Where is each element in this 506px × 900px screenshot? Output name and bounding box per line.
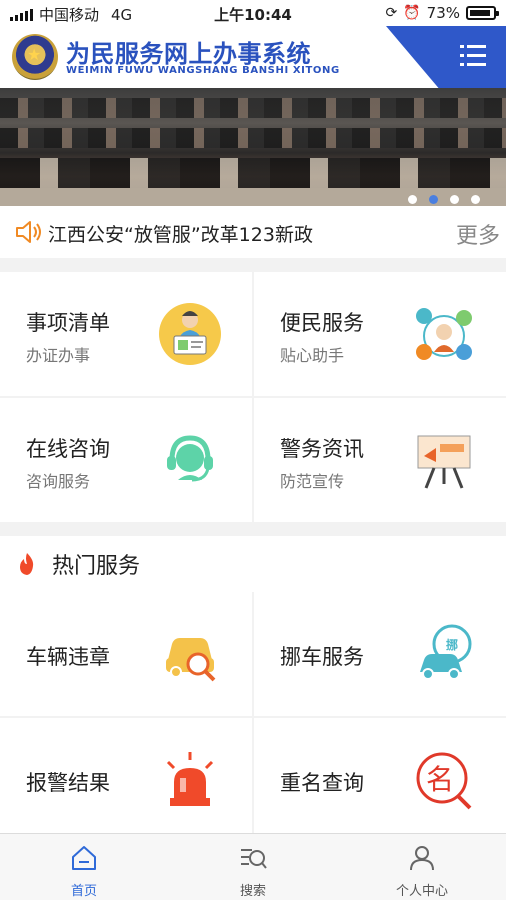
notice-bar[interactable]: 江西公安“放管服”改革123新政 更多 (0, 206, 506, 258)
hot-services-header: 热门服务 (0, 536, 506, 592)
service-item-police-news[interactable]: 警务资讯 防范宣传 (254, 398, 506, 522)
carousel-dot[interactable] (471, 195, 480, 204)
hot-item-move-car[interactable]: 挪车服务 挪 (254, 592, 506, 716)
carousel-dots (408, 195, 480, 204)
search-list-icon (241, 849, 267, 869)
banner-photo-layer (0, 158, 506, 188)
tab-label: 搜索 (239, 884, 266, 899)
menu-list-icon[interactable] (460, 44, 486, 68)
service-subtitle: 防范宣传 (280, 472, 345, 491)
service-title: 警务资讯 (280, 437, 364, 461)
convenience-icon (416, 308, 472, 360)
tab-search[interactable]: 搜索 (169, 834, 337, 900)
service-subtitle: 咨询服务 (26, 472, 91, 491)
tab-profile[interactable]: 个人中心 (338, 834, 506, 900)
hot-item-title: 报警结果 (26, 771, 110, 795)
alarm-icon: ⏰ (403, 5, 421, 21)
move-car-icon: 挪 (420, 624, 472, 680)
user-icon (410, 846, 434, 871)
app-header: ★ 为民服务网上办事系统 WEIMIN FUWU WANGSHANG BANSH… (0, 26, 506, 88)
car-search-icon (166, 638, 216, 682)
svg-text:挪: 挪 (446, 637, 458, 652)
notice-text[interactable]: 江西公安“放管服”改革123新政 (48, 220, 313, 247)
banner-photo-layer (0, 128, 506, 148)
battery-label: 73% (426, 4, 460, 22)
service-subtitle: 贴心助手 (280, 346, 345, 365)
hot-item-title: 重名查询 (280, 771, 364, 795)
service-title: 便民服务 (280, 311, 364, 335)
banner-photo-layer (0, 98, 506, 118)
banner-carousel[interactable] (0, 88, 506, 206)
status-bar: 中国移动 4G 上午10:44 ⟳ ⏰ 73% (0, 0, 506, 26)
hot-item-name-search[interactable]: 重名查询 名 (254, 718, 506, 842)
tab-bar: 首页 搜索 个人中心 (0, 833, 506, 900)
tab-label: 个人中心 (395, 884, 448, 899)
service-title: 事项清单 (26, 311, 110, 335)
battery-icon (466, 6, 499, 20)
carousel-dot-active[interactable] (429, 195, 438, 204)
app-subtitle: WEIMIN FUWU WANGSHANG BANSHI XITONG (66, 65, 340, 76)
clerk-icon (159, 303, 221, 365)
hot-item-title: 挪车服务 (280, 645, 364, 669)
tab-label: 首页 (70, 884, 97, 899)
service-item-list[interactable]: 事项清单 办证办事 (0, 272, 252, 396)
fire-icon (20, 553, 34, 575)
app-title: 为民服务网上办事系统 (66, 40, 311, 68)
tab-home[interactable]: 首页 (0, 834, 168, 900)
service-item-consult[interactable]: 在线咨询 咨询服务 (0, 398, 252, 522)
hot-item-violation[interactable]: 车辆违章 (0, 592, 252, 716)
billboard-icon (417, 435, 471, 489)
section-title: 热门服务 (52, 554, 141, 579)
service-title: 在线咨询 (26, 437, 110, 461)
police-emblem-icon: ★ (12, 34, 58, 80)
service-item-convenience[interactable]: 便民服务 贴心助手 (254, 272, 506, 396)
hot-item-alarm-result[interactable]: 报警结果 (0, 718, 252, 842)
home-icon (72, 846, 96, 870)
speaker-icon (16, 221, 41, 243)
carousel-dot[interactable] (450, 195, 459, 204)
service-subtitle: 办证办事 (26, 346, 91, 365)
more-link[interactable]: 更多 (456, 218, 500, 250)
rotation-lock-icon: ⟳ (385, 5, 398, 21)
name-search-icon: 名 (416, 752, 472, 810)
headset-icon (167, 435, 213, 482)
carousel-dot[interactable] (408, 195, 417, 204)
hot-item-title: 车辆违章 (26, 645, 110, 669)
svg-text:名: 名 (426, 763, 454, 796)
alarm-light-icon (166, 752, 214, 806)
